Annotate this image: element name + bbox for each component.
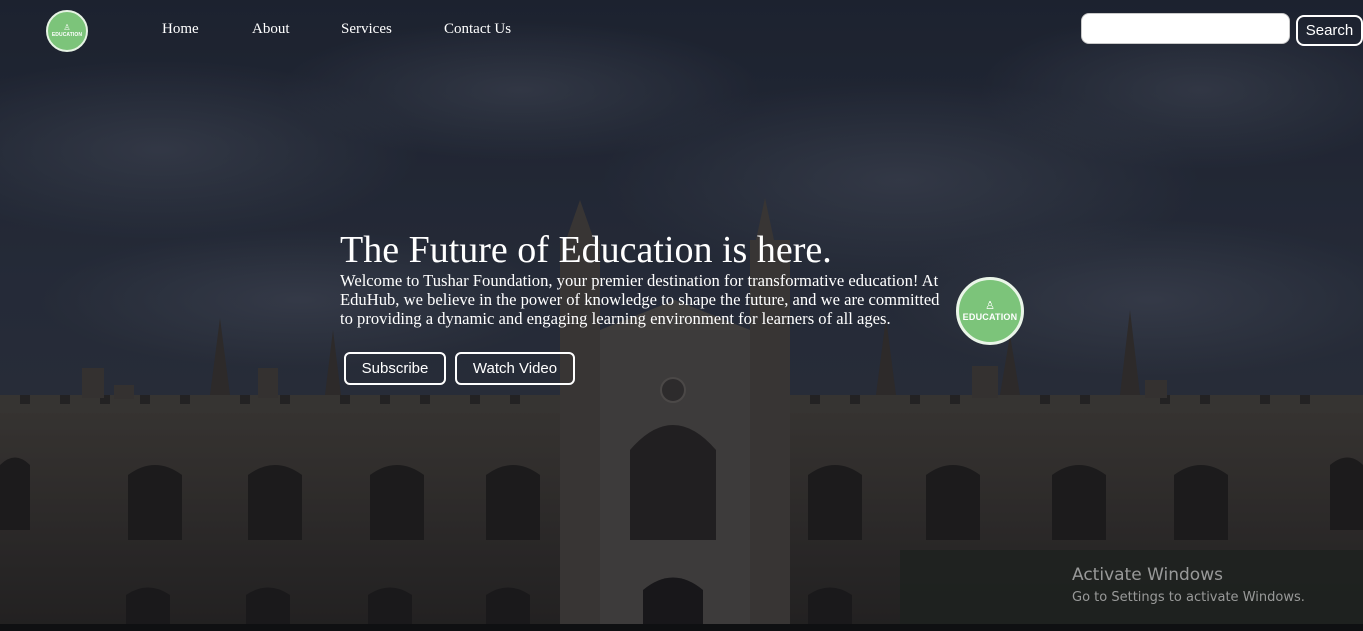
- education-icon: ♙: [985, 299, 995, 312]
- search-input[interactable]: [1081, 13, 1290, 44]
- activate-windows-title: Activate Windows: [1072, 565, 1223, 585]
- badge-text: EDUCATION: [962, 312, 1018, 322]
- hero-title: The Future of Education is here.: [340, 229, 832, 271]
- search-button[interactable]: Search: [1296, 15, 1363, 46]
- logo-text: EDUCATION: [51, 32, 83, 38]
- hero-description: Welcome to Tushar Foundation, your premi…: [340, 271, 940, 328]
- site-logo[interactable]: ♙ EDUCATION: [46, 10, 88, 52]
- nav-link-contact[interactable]: Contact Us: [444, 21, 511, 38]
- nav-link-services[interactable]: Services: [341, 21, 392, 38]
- activate-windows-subtitle: Go to Settings to activate Windows.: [1072, 590, 1305, 605]
- top-nav: ♙ EDUCATION Home About Services Contact …: [0, 0, 1363, 60]
- education-badge: ♙ EDUCATION: [956, 277, 1024, 345]
- nav-link-home[interactable]: Home: [162, 21, 199, 38]
- watch-video-button[interactable]: Watch Video: [455, 352, 575, 385]
- nav-link-about[interactable]: About: [252, 21, 290, 38]
- subscribe-button[interactable]: Subscribe: [344, 352, 446, 385]
- bottom-strip: [0, 624, 1363, 631]
- education-icon: ♙: [63, 23, 71, 32]
